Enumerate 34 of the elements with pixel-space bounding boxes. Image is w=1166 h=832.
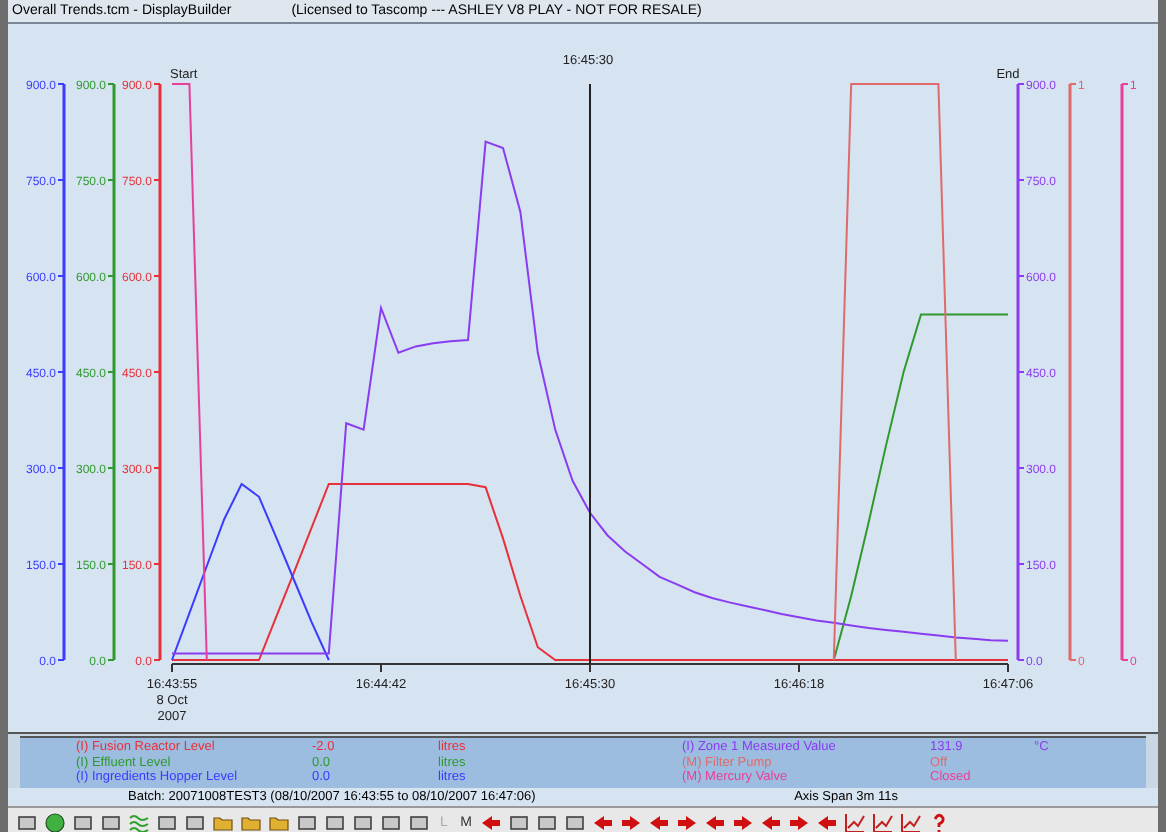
toolbar-icon[interactable] <box>44 811 66 832</box>
folder-icon[interactable] <box>212 811 234 832</box>
arrow-icon[interactable] <box>760 811 782 832</box>
toolbar-icon[interactable] <box>184 811 206 832</box>
toolbar-icon[interactable] <box>352 811 374 832</box>
arrow-icon[interactable] <box>648 811 670 832</box>
toolbar-icon[interactable] <box>564 811 586 832</box>
arrow-icon[interactable] <box>704 811 726 832</box>
toolbar-icon[interactable] <box>508 811 530 832</box>
chart-icon[interactable] <box>872 811 894 832</box>
arrow-icon[interactable] <box>620 811 642 832</box>
toolbar-icon[interactable] <box>408 811 430 832</box>
arrow-icon[interactable] <box>732 811 754 832</box>
arrow-icon[interactable] <box>816 811 838 832</box>
arrow-icon[interactable] <box>480 811 502 832</box>
toolbar-icon[interactable] <box>536 811 558 832</box>
toolbar-icon[interactable] <box>156 811 178 832</box>
folder-icon[interactable] <box>240 811 262 832</box>
toolbar-icon[interactable] <box>100 811 122 832</box>
arrow-icon[interactable] <box>592 811 614 832</box>
line-series <box>171 483 1009 661</box>
toolbar-icon[interactable] <box>380 811 402 832</box>
line-series <box>832 313 1009 661</box>
line-series <box>171 483 330 661</box>
chart-icon[interactable] <box>844 811 866 832</box>
toolbar-icon[interactable] <box>296 811 318 832</box>
help-icon[interactable] <box>928 811 950 832</box>
printer-icon[interactable] <box>72 811 94 832</box>
chart-icon[interactable] <box>900 811 922 832</box>
toolbar-icon[interactable] <box>16 811 38 832</box>
arrow-icon[interactable] <box>788 811 810 832</box>
toolbar-icon[interactable] <box>324 811 346 832</box>
folder-icon[interactable] <box>268 811 290 832</box>
arrow-icon[interactable] <box>676 811 698 832</box>
